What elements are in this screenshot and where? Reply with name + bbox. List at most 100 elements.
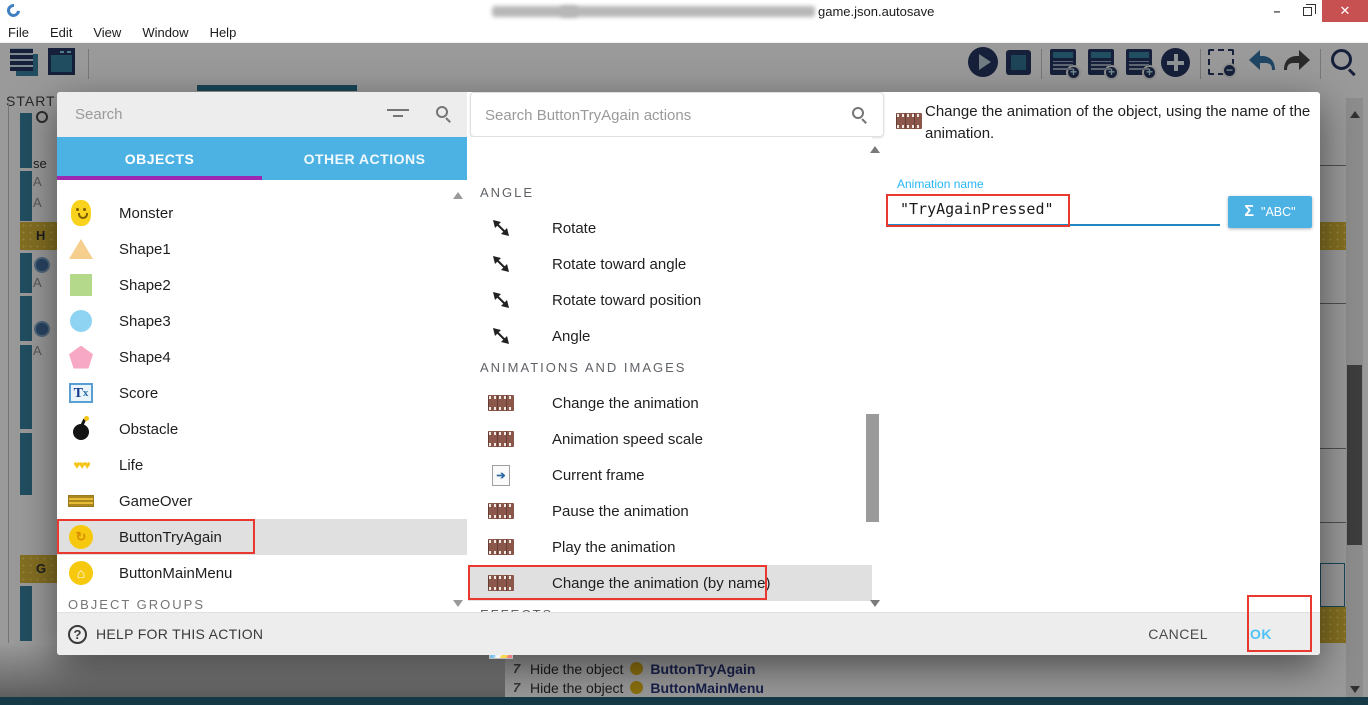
action-row-rotate[interactable]: Rotate	[468, 210, 872, 246]
cancel-button[interactable]: CANCEL	[1148, 626, 1208, 642]
action-row-rotate-toward-angle[interactable]: Rotate toward angle	[468, 246, 872, 282]
search-icon[interactable]	[1330, 48, 1356, 74]
menu-edit[interactable]: Edit	[50, 25, 72, 40]
object-row-life[interactable]: ♥♥♥ Life	[57, 447, 467, 483]
film-strip-icon	[488, 570, 514, 596]
object-link[interactable]: ButtonMainMenu	[650, 680, 764, 696]
object-row-shape4[interactable]: Shape4	[57, 339, 467, 375]
add-circle-icon[interactable]	[1161, 48, 1190, 77]
menu-help[interactable]: Help	[210, 25, 237, 40]
action-row-current-frame[interactable]: ➔ Current frame	[468, 457, 872, 493]
animation-name-input[interactable]	[888, 194, 1220, 226]
action-description: Change the animation of the object, usin…	[925, 101, 1323, 145]
events-editor-icon[interactable]	[10, 48, 38, 76]
text-object-icon: Tx	[68, 379, 94, 407]
restart-button-icon: ↻	[68, 523, 94, 551]
delete-event-icon[interactable]: −	[1208, 49, 1234, 75]
object-row-monster[interactable]: Monster	[57, 195, 467, 231]
scroll-up-icon[interactable]	[870, 146, 880, 153]
add-comment-icon[interactable]: +	[1088, 49, 1114, 75]
actions-search-bar	[470, 92, 884, 137]
scroll-up-icon[interactable]	[453, 192, 463, 199]
scene-tab-label-fragment[interactable]: START	[6, 93, 56, 109]
object-groups-header: OBJECT GROUPS	[68, 597, 205, 612]
close-button[interactable]: ✕	[1322, 0, 1368, 22]
rotate-arrow-icon	[488, 251, 514, 277]
action-editor-dialog: OBJECTS OTHER ACTIONS Monster Shape1 Sha…	[57, 92, 1320, 655]
objects-search-input[interactable]	[75, 102, 365, 126]
action-row-pause-animation[interactable]: Pause the animation	[468, 493, 872, 529]
timer-icon	[36, 111, 48, 123]
redo-icon[interactable]	[1283, 48, 1313, 75]
object-row-gameover[interactable]: GameOver	[57, 483, 467, 519]
ok-button[interactable]: OK	[1250, 626, 1272, 642]
sigma-icon: Σ	[1244, 203, 1254, 221]
scroll-up-icon[interactable]	[1350, 111, 1360, 118]
gdevelop-logo-icon	[4, 1, 22, 19]
gear-icon	[36, 259, 48, 271]
action-row-change-animation[interactable]: Change the animation	[468, 385, 872, 421]
objects-tab-bar: OBJECTS OTHER ACTIONS	[57, 137, 467, 180]
action-row-play-animation[interactable]: Play the animation	[468, 529, 872, 565]
action-row-angle[interactable]: Angle	[468, 318, 872, 354]
object-row-shape1[interactable]: Shape1	[57, 231, 467, 267]
section-header-animations: ANIMATIONS AND IMAGES	[480, 360, 686, 375]
scroll-down-icon[interactable]	[453, 600, 463, 607]
hide-action-icon: 7	[513, 680, 523, 695]
object-row-shape2[interactable]: Shape2	[57, 267, 467, 303]
restore-icon	[1303, 7, 1312, 16]
window-title: game.json.autosave	[818, 4, 934, 19]
search-icon[interactable]	[435, 105, 451, 121]
actions-list: ANGLE Rotate Rotate toward angle Rotate …	[468, 137, 872, 612]
help-link[interactable]: ? HELP FOR THIS ACTION	[68, 625, 263, 644]
tab-other-actions[interactable]: OTHER ACTIONS	[262, 137, 467, 180]
menu-window[interactable]: Window	[142, 25, 188, 40]
object-row-score[interactable]: Tx Score	[57, 375, 467, 411]
minimize-button[interactable]: –	[1262, 0, 1292, 22]
app-window: game.json.autosave – ✕ File Edit View Wi…	[0, 0, 1368, 705]
event-action-row[interactable]: 7 Hide the object ButtonMainMenu	[505, 678, 1345, 697]
object-row-obstacle[interactable]: Obstacle	[57, 411, 467, 447]
scroll-down-icon[interactable]	[870, 600, 880, 607]
circle-icon	[68, 307, 94, 335]
bottom-bar	[0, 697, 1368, 705]
actions-search-input[interactable]	[485, 103, 815, 127]
film-strip-icon	[488, 426, 514, 452]
rotate-arrow-icon	[488, 323, 514, 349]
pentagon-icon	[68, 343, 94, 371]
restore-button[interactable]	[1292, 0, 1322, 22]
object-row-buttontryagain[interactable]: ↻ ButtonTryAgain	[57, 519, 467, 555]
menu-file[interactable]: File	[8, 25, 29, 40]
expression-builder-button[interactable]: Σ "ABC"	[1228, 196, 1312, 228]
home-button-icon: ⌂	[68, 559, 94, 587]
filter-icon[interactable]	[387, 109, 409, 121]
scrollbar-thumb[interactable]	[866, 414, 879, 522]
preview-play-icon[interactable]	[968, 47, 998, 77]
film-strip-icon	[488, 534, 514, 560]
action-row-rotate-toward-position[interactable]: Rotate toward position	[468, 282, 872, 318]
action-row-animation-speed-scale[interactable]: Animation speed scale	[468, 421, 872, 457]
add-other-event-icon[interactable]: +	[1126, 49, 1152, 75]
title-bar: game.json.autosave – ✕	[0, 0, 1368, 22]
rotate-arrow-icon	[488, 215, 514, 241]
search-icon[interactable]	[851, 106, 867, 122]
debug-icon[interactable]	[1006, 50, 1031, 75]
undo-icon[interactable]	[1246, 48, 1276, 75]
square-icon	[68, 271, 94, 299]
redacted-title-segment	[560, 6, 815, 17]
object-row-buttonmainmenu[interactable]: ⌂ ButtonMainMenu	[57, 555, 467, 591]
menu-view[interactable]: View	[93, 25, 121, 40]
action-row-change-animation-by-name[interactable]: Change the animation (by name)	[468, 565, 872, 601]
tab-objects[interactable]: OBJECTS	[57, 137, 262, 180]
button-object-icon	[630, 681, 643, 694]
film-strip-icon	[488, 498, 514, 524]
menu-bar: File Edit View Window Help	[0, 22, 1368, 43]
scene-editor-icon[interactable]	[48, 48, 75, 75]
scrollbar-thumb[interactable]	[1347, 365, 1362, 545]
bomb-icon	[68, 415, 94, 443]
object-row-shape3[interactable]: Shape3	[57, 303, 467, 339]
scroll-down-icon[interactable]	[1350, 686, 1360, 693]
frame-page-icon: ➔	[488, 462, 514, 488]
add-event-icon[interactable]: +	[1050, 49, 1076, 75]
active-scene-tab-indicator	[197, 85, 357, 91]
